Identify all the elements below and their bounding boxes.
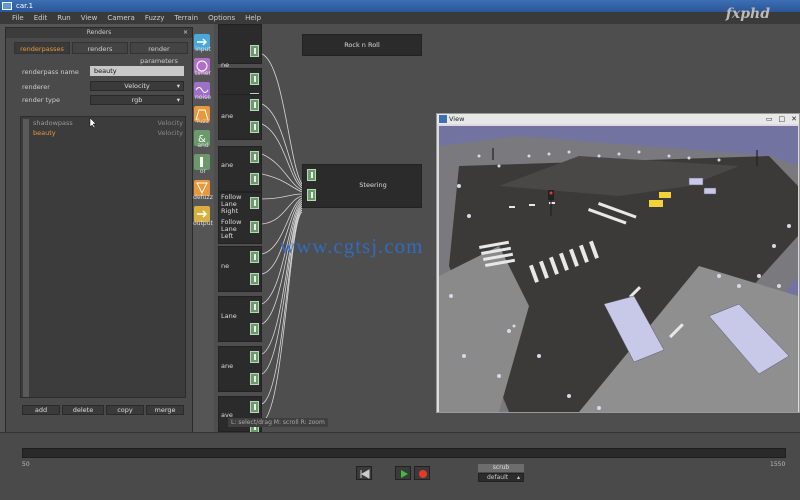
tool-label-and: and: [197, 142, 209, 149]
view-window: View ▭ □ ✕: [436, 113, 800, 413]
port[interactable]: [250, 351, 259, 363]
record-icon: [419, 470, 427, 478]
node-rock-n-roll[interactable]: Rock n Roll: [302, 34, 422, 56]
menu-view[interactable]: View: [81, 12, 98, 24]
node-left-6[interactable]: ne: [218, 246, 262, 292]
timeline-scrubber[interactable]: [22, 448, 786, 458]
tab-renderpasses[interactable]: renderpasses: [14, 42, 70, 54]
renders-panel-title: Renders: [86, 29, 112, 36]
rewind-icon: [360, 469, 370, 479]
port[interactable]: [250, 151, 259, 163]
list-item-beauty[interactable]: beauty Velocity: [33, 129, 183, 138]
port[interactable]: [307, 189, 316, 201]
delete-button[interactable]: delete: [62, 405, 104, 415]
view-window-titlebar: View ▭ □ ✕: [437, 114, 799, 124]
port[interactable]: [250, 221, 259, 233]
node-steering[interactable]: Steering: [302, 164, 422, 208]
maximize-icon[interactable]: □: [779, 114, 786, 124]
minimize-icon[interactable]: ▭: [766, 114, 773, 124]
list-item-shadowpass[interactable]: shadowpass Velocity: [33, 119, 183, 128]
node-left-8[interactable]: ane: [218, 346, 262, 392]
tab-render-parameters[interactable]: render parameters: [130, 42, 188, 65]
rewind-button[interactable]: [356, 466, 372, 480]
renders-panel-header: Renders ×: [6, 28, 192, 38]
node-left-3[interactable]: ane: [218, 94, 262, 140]
port[interactable]: [250, 373, 259, 385]
tool-label-timer: timer: [194, 70, 212, 77]
renderer-label: renderer: [22, 83, 50, 91]
app-icon: [439, 115, 447, 123]
chevron-up-icon: ▴: [516, 474, 520, 481]
port[interactable]: [250, 173, 259, 185]
play-button[interactable]: [395, 466, 411, 480]
close-icon[interactable]: ✕: [791, 114, 797, 124]
window-title: car.1: [16, 2, 34, 10]
menu-options[interactable]: Options: [208, 12, 235, 24]
renders-panel: Renders × renderpasses renders render pa…: [5, 27, 193, 434]
port[interactable]: [250, 121, 259, 133]
graph-hint: L: select/drag M: scroll R: zoom: [228, 418, 328, 427]
tool-label-input: input: [195, 46, 211, 53]
list-gutter: [23, 119, 29, 397]
port[interactable]: [250, 73, 259, 85]
port[interactable]: [250, 251, 259, 263]
menu-edit[interactable]: Edit: [34, 12, 48, 24]
renderer-select[interactable]: Velocity ▾: [90, 81, 184, 91]
app-icon: [2, 2, 12, 10]
menu-bar: File Edit Run View Camera Fuzzy Terrain …: [0, 12, 800, 24]
close-icon[interactable]: ×: [183, 28, 188, 38]
play-icon: [401, 470, 408, 478]
menu-run[interactable]: Run: [57, 12, 70, 24]
menu-fuzzy[interactable]: Fuzzy: [145, 12, 165, 24]
playback-mode-select[interactable]: default ▴: [478, 473, 524, 482]
renderpass-name-label: renderpass name: [22, 68, 79, 76]
view-window-title: View: [449, 115, 465, 123]
menu-terrain[interactable]: Terrain: [174, 12, 198, 24]
tool-label-noise: noise: [195, 94, 211, 101]
tool-label-fuzz: fuzz: [196, 118, 210, 125]
mouse-cursor-icon: [89, 117, 97, 129]
render-type-select[interactable]: rgb ▾: [90, 95, 184, 105]
menu-camera[interactable]: Camera: [107, 12, 134, 24]
tool-label-or: or: [199, 168, 207, 175]
renderpass-list: shadowpass Velocity beauty Velocity: [20, 116, 186, 398]
render-type-select-value: rgb: [131, 96, 143, 104]
port[interactable]: [250, 273, 259, 285]
port[interactable]: [250, 401, 259, 413]
port[interactable]: [250, 45, 259, 57]
node-left-1[interactable]: ne: [218, 24, 262, 69]
render-type-label: render type: [22, 96, 61, 104]
timeline-start: 50: [22, 461, 30, 468]
node-follow-lane[interactable]: Follow Lane Right Follow Lane Left: [218, 192, 262, 244]
tool-label-defuzz: defuzz: [193, 194, 213, 201]
chevron-down-icon: ▾: [176, 82, 180, 90]
add-button[interactable]: add: [22, 405, 60, 415]
renderer-select-value: Velocity: [124, 82, 150, 90]
merge-button[interactable]: merge: [146, 405, 184, 415]
crowd-simulation-scene: [439, 126, 798, 412]
window-titlebar: car.1: [0, 0, 800, 12]
menu-file[interactable]: File: [12, 12, 24, 24]
port[interactable]: [250, 99, 259, 111]
fxphd-logo: fxphd: [725, 6, 770, 22]
node-left-7[interactable]: Lane: [218, 296, 262, 342]
port[interactable]: [307, 169, 316, 181]
3d-viewport[interactable]: [439, 126, 798, 412]
chevron-down-icon: ▾: [176, 96, 180, 104]
port[interactable]: [250, 323, 259, 335]
tool-label-output: output: [193, 220, 213, 227]
tab-renders[interactable]: renders: [72, 42, 128, 54]
menu-help[interactable]: Help: [245, 12, 261, 24]
scrub-button[interactable]: scrub: [478, 464, 524, 472]
record-button[interactable]: [414, 466, 430, 480]
port[interactable]: [250, 197, 259, 209]
playback-mode-value: default: [487, 474, 509, 481]
renderpass-name-field[interactable]: beauty: [90, 66, 184, 76]
port[interactable]: [250, 301, 259, 313]
copy-button[interactable]: copy: [106, 405, 144, 415]
node-left-4[interactable]: ane: [218, 146, 262, 192]
timeline-end: 1550: [770, 461, 786, 468]
watermark-text: www.cgtsj.com: [280, 234, 424, 258]
